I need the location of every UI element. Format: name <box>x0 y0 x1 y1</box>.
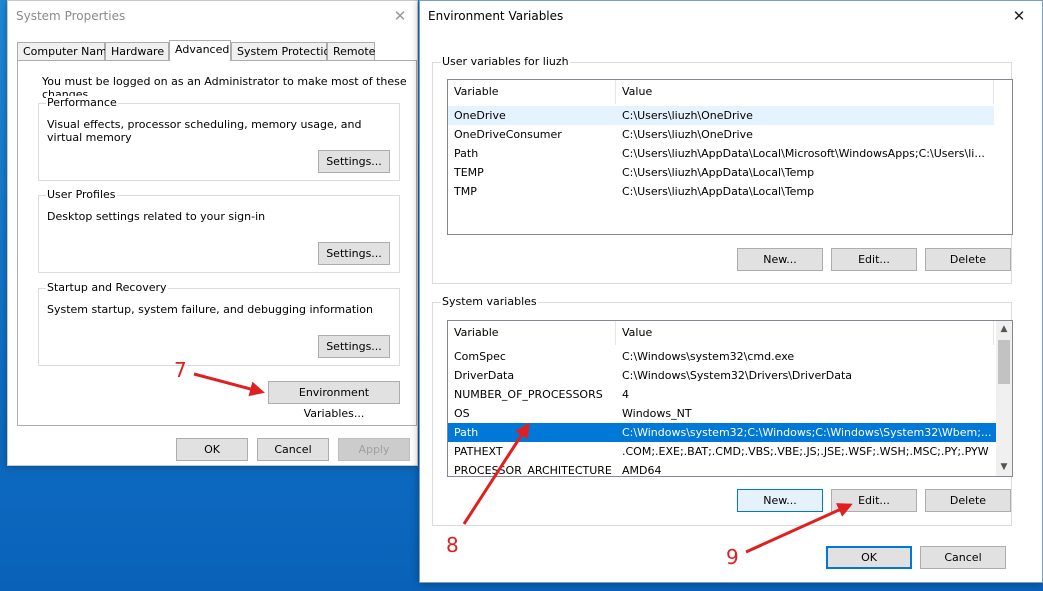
system-properties-titlebar[interactable]: System Properties ✕ <box>8 1 417 31</box>
variable-name: Path <box>454 426 479 439</box>
user-profiles-group: User Profiles Desktop settings related t… <box>38 188 400 273</box>
system-properties-cancel-button[interactable]: Cancel <box>257 438 329 461</box>
performance-title: Performance <box>46 96 118 109</box>
system-new-button[interactable]: New... <box>737 489 823 512</box>
variable-column-header[interactable]: Variable <box>448 80 616 104</box>
system-edit-button[interactable]: Edit... <box>831 489 917 512</box>
variable-column-header[interactable]: Variable <box>448 321 616 345</box>
tab-system-protection[interactable]: System Protection <box>231 42 337 60</box>
system-properties-title: System Properties <box>16 9 126 23</box>
user-new-button[interactable]: New... <box>737 248 823 271</box>
list-item[interactable]: ComSpec C:\Windows\system32\cmd.exe <box>448 347 996 366</box>
advanced-tab-page: You must be logged on as an Administrato… <box>17 60 417 426</box>
startup-recovery-group: Startup and Recovery System startup, sys… <box>38 281 400 366</box>
system-variables-section: System variables Variable Value ComSpec … <box>432 295 1013 526</box>
variable-name: ComSpec <box>454 350 506 363</box>
system-properties-apply-button[interactable]: Apply <box>338 438 410 461</box>
list-item[interactable]: TMP C:\Users\liuzh\AppData\Local\Temp <box>448 182 994 201</box>
tab-computer-name[interactable]: Computer Name <box>17 42 114 60</box>
variable-name: TMP <box>454 185 477 198</box>
variable-name: TEMP <box>454 166 484 179</box>
variable-value: C:\Users\liuzh\AppData\Local\Temp <box>622 166 815 179</box>
annotation-step-7: 7 <box>174 358 187 382</box>
variable-name: NUMBER_OF_PROCESSORS <box>454 388 603 401</box>
variable-name: Path <box>454 147 479 160</box>
user-variables-title: User variables for liuzh <box>441 55 570 68</box>
variable-value: AMD64 <box>622 464 662 477</box>
variable-name: OneDriveConsumer <box>454 128 562 141</box>
system-variables-list[interactable]: Variable Value ComSpec C:\Windows\system… <box>447 320 1013 477</box>
startup-recovery-description: System startup, system failure, and debu… <box>47 303 373 316</box>
system-delete-button[interactable]: Delete <box>925 489 1011 512</box>
user-edit-button[interactable]: Edit... <box>831 248 917 271</box>
user-variables-section: User variables for liuzh Variable Value … <box>432 55 1013 284</box>
startup-recovery-title: Startup and Recovery <box>46 281 168 294</box>
user-profiles-title: User Profiles <box>46 188 117 201</box>
variable-value: Windows_NT <box>622 407 692 420</box>
variable-name: OneDrive <box>454 109 506 122</box>
variable-value: 4 <box>622 388 629 401</box>
list-item[interactable]: TEMP C:\Users\liuzh\AppData\Local\Temp <box>448 163 994 182</box>
system-properties-window: System Properties ✕ Computer Name Hardwa… <box>7 0 418 466</box>
list-item[interactable]: OneDriveConsumer C:\Users\liuzh\OneDrive <box>448 125 994 144</box>
user-delete-button[interactable]: Delete <box>925 248 1011 271</box>
tab-hardware[interactable]: Hardware <box>105 42 169 60</box>
environment-variables-titlebar[interactable]: Environment Variables ✕ <box>420 1 1042 31</box>
system-variables-header: Variable Value <box>448 321 1012 345</box>
scrollbar-thumb[interactable] <box>998 340 1010 384</box>
variable-value: C:\Windows\system32\cmd.exe <box>622 350 795 363</box>
user-profiles-settings-button[interactable]: Settings... <box>318 242 390 265</box>
system-variables-scrollbar[interactable]: ▲ ▼ <box>996 321 1012 476</box>
performance-description: Visual effects, processor scheduling, me… <box>47 118 362 144</box>
close-icon[interactable]: ✕ <box>389 5 411 27</box>
environment-variables-ok-button[interactable]: OK <box>826 546 912 569</box>
performance-settings-button[interactable]: Settings... <box>318 150 390 173</box>
variable-value: C:\Windows\system32;C:\Windows;C:\Window… <box>622 426 992 439</box>
user-variables-list[interactable]: Variable Value OneDrive C:\Users\liuzh\O… <box>447 79 1013 235</box>
variable-value: C:\Users\liuzh\AppData\Local\Temp <box>622 185 815 198</box>
chevron-down-icon[interactable]: ▼ <box>996 459 1012 476</box>
tab-advanced[interactable]: Advanced <box>169 40 231 61</box>
variable-value: C:\Windows\System32\Drivers\DriverData <box>622 369 853 382</box>
annotation-step-8: 8 <box>446 533 459 557</box>
variable-value: .COM;.EXE;.BAT;.CMD;.VBS;.VBE;.JS;.JSE;.… <box>622 445 989 458</box>
variable-name: OS <box>454 407 470 420</box>
system-properties-ok-button[interactable]: OK <box>176 438 248 461</box>
variable-name: DriverData <box>454 369 515 382</box>
environment-variables-cancel-button[interactable]: Cancel <box>920 546 1006 569</box>
startup-recovery-settings-button[interactable]: Settings... <box>318 335 390 358</box>
user-variables-header: Variable Value <box>448 80 1012 104</box>
variable-value: C:\Users\liuzh\OneDrive <box>622 109 753 122</box>
list-item[interactable]: PROCESSOR_ARCHITECTURE AMD64 <box>448 461 996 477</box>
value-column-header[interactable]: Value <box>616 321 994 345</box>
variable-name: PATHEXT <box>454 445 503 458</box>
list-item[interactable]: OneDrive C:\Users\liuzh\OneDrive <box>448 106 994 125</box>
environment-variables-window: Environment Variables ✕ User variables f… <box>419 0 1043 583</box>
performance-group: Performance Visual effects, processor sc… <box>38 96 400 181</box>
variable-value: C:\Users\liuzh\OneDrive <box>622 128 753 141</box>
variable-value: C:\Users\liuzh\AppData\Local\Microsoft\W… <box>622 147 985 160</box>
user-profiles-description: Desktop settings related to your sign-in <box>47 210 266 223</box>
tab-remote[interactable]: Remote <box>327 42 375 60</box>
environment-variables-title: Environment Variables <box>428 9 564 23</box>
list-item[interactable]: OS Windows_NT <box>448 404 996 423</box>
annotation-step-9: 9 <box>726 545 739 569</box>
list-item[interactable]: DriverData C:\Windows\System32\Drivers\D… <box>448 366 996 385</box>
environment-variables-button[interactable]: Environment Variables... <box>268 381 400 420</box>
system-variables-title: System variables <box>441 295 538 308</box>
close-icon[interactable]: ✕ <box>1008 5 1030 27</box>
list-item[interactable]: NUMBER_OF_PROCESSORS 4 <box>448 385 996 404</box>
selected-list-item[interactable]: Path C:\Windows\system32;C:\Windows;C:\W… <box>448 423 996 442</box>
value-column-header[interactable]: Value <box>616 80 994 104</box>
list-item[interactable]: PATHEXT .COM;.EXE;.BAT;.CMD;.VBS;.VBE;.J… <box>448 442 996 461</box>
list-item[interactable]: Path C:\Users\liuzh\AppData\Local\Micros… <box>448 144 994 163</box>
chevron-up-icon[interactable]: ▲ <box>996 321 1012 338</box>
variable-name: PROCESSOR_ARCHITECTURE <box>454 464 612 477</box>
